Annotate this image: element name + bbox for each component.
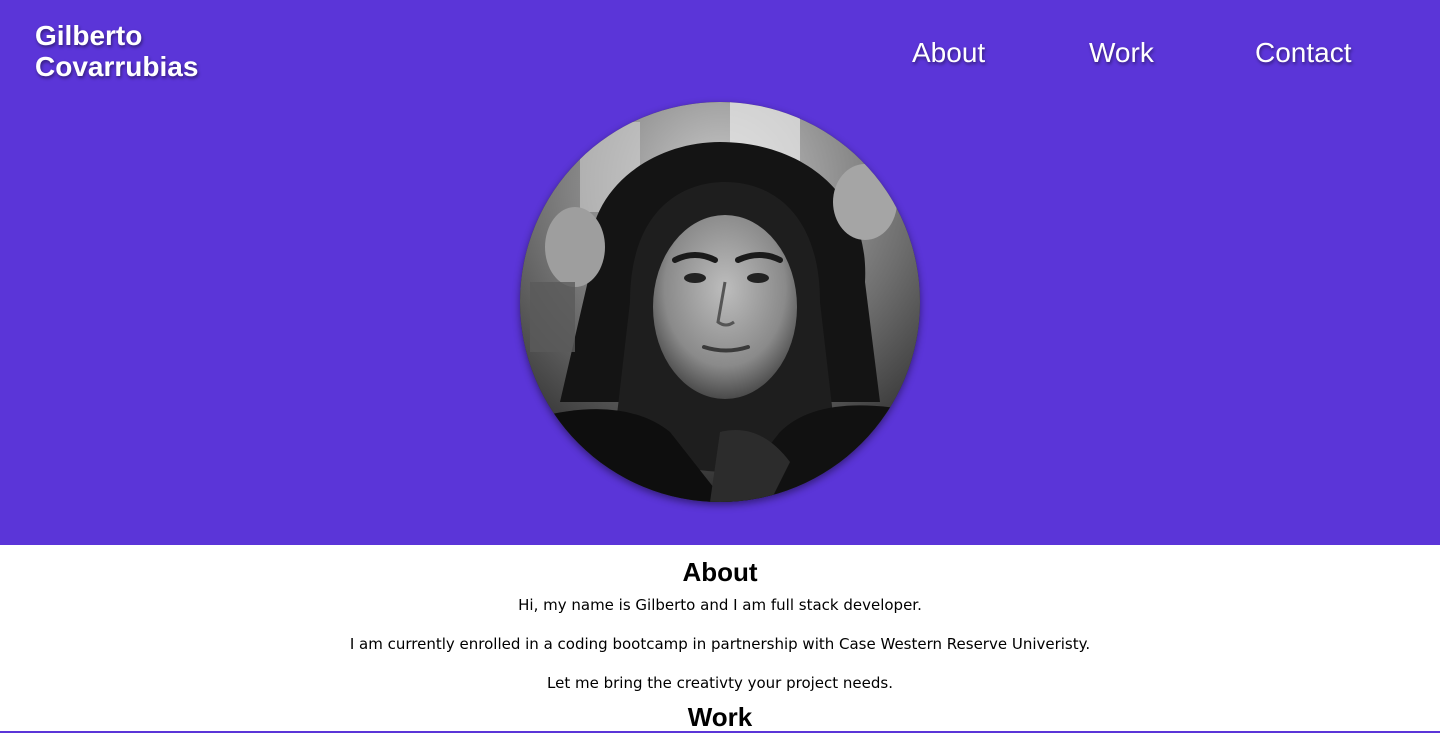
work-heading: Work [687, 702, 753, 732]
about-heading: About [682, 557, 758, 587]
main-nav: About Work Contact [0, 36, 1440, 70]
profile-photo [520, 102, 920, 502]
about-paragraph-bootcamp: I am currently enrolled in a coding boot… [349, 635, 1091, 653]
profile-photo-illustration [520, 102, 920, 502]
about-paragraph-intro: Hi, my name is Gilberto and I am full st… [518, 596, 922, 614]
nav-link-work[interactable]: Work [1089, 36, 1154, 70]
section-divider [0, 731, 1440, 733]
nav-link-contact[interactable]: Contact [1255, 36, 1352, 70]
about-paragraph-creativity: Let me bring the creativty your project … [547, 674, 893, 692]
hero-header: Gilberto Covarrubias About Work Contact [0, 0, 1440, 545]
nav-link-about[interactable]: About [912, 36, 985, 70]
